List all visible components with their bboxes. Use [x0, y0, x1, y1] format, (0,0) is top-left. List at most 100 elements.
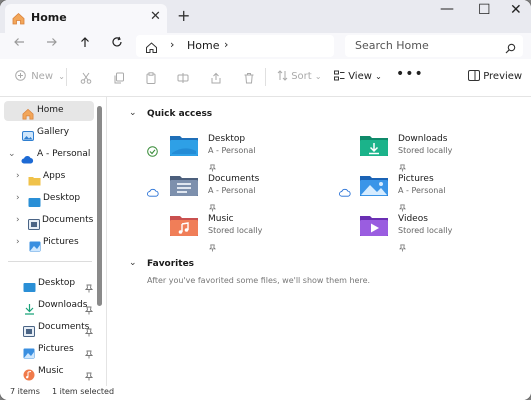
- forward-arrow-icon[interactable]: [46, 36, 58, 52]
- pin-icon: [208, 237, 217, 256]
- search-input[interactable]: Search Home: [345, 35, 523, 57]
- pin-icon: [398, 237, 407, 256]
- maximize-icon[interactable]: ☐: [478, 2, 491, 18]
- pictures-icon: [23, 344, 35, 363]
- sidebar-scrollbar[interactable]: [97, 106, 102, 306]
- more-options-icon[interactable]: •••: [396, 66, 424, 82]
- item-name: Documents: [208, 174, 260, 184]
- sidebar-item-label: Desktop: [43, 193, 81, 203]
- up-arrow-icon[interactable]: [79, 36, 91, 52]
- item-name: Pictures: [398, 174, 434, 184]
- status-bar: 7 items 1 item selected: [0, 386, 531, 400]
- pin-icon: [84, 322, 94, 341]
- tab-title: Home: [31, 11, 67, 24]
- command-bar: New ⌄ Sort ⌄ View ⌄ ••• Preview: [0, 59, 531, 97]
- sidebar-item-desktop[interactable]: › Desktop: [0, 189, 96, 209]
- sidebar-item-documents[interactable]: › Documents: [0, 211, 96, 231]
- sidebar-item-label: Music: [38, 366, 64, 376]
- sidebar-pinned-music[interactable]: Music: [0, 362, 96, 382]
- paste-icon[interactable]: [145, 69, 157, 88]
- quick-access-item-desktop[interactable]: Desktop A - Personal: [147, 133, 327, 172]
- pin-icon: [84, 344, 94, 363]
- breadcrumb-chevron-icon[interactable]: ›: [170, 38, 174, 51]
- preview-button[interactable]: Preview: [468, 70, 522, 82]
- chevron-down-icon[interactable]: ⌄: [129, 108, 137, 118]
- sidebar-pinned-downloads[interactable]: Downloads: [0, 296, 96, 316]
- documents-icon: [23, 322, 35, 341]
- music-icon: [23, 366, 35, 385]
- back-arrow-icon[interactable]: [13, 36, 25, 52]
- close-tab-icon[interactable]: ✕: [150, 9, 161, 24]
- folder-icon: [28, 171, 41, 190]
- onedrive-cloud-icon: [21, 149, 34, 168]
- sidebar-item-label: Home: [37, 105, 64, 115]
- sort-button[interactable]: Sort ⌄: [277, 70, 322, 82]
- title-bar: Home ✕ + — ☐ ✕: [0, 0, 531, 33]
- rename-icon[interactable]: [177, 69, 189, 88]
- gallery-icon: [22, 127, 34, 146]
- sidebar-item-apps[interactable]: › Apps: [0, 167, 96, 187]
- synced-check-icon: [147, 142, 158, 161]
- breadcrumb[interactable]: › Home ›: [136, 35, 334, 57]
- pictures-icon: [29, 237, 41, 256]
- file-explorer-window: Home ✕ + — ☐ ✕ › Home › Search Home New …: [0, 0, 531, 400]
- home-icon: [22, 105, 34, 124]
- close-window-icon[interactable]: ✕: [510, 2, 522, 18]
- sidebar-pinned-documents[interactable]: Documents: [0, 318, 96, 338]
- desktop-folder-icon: [169, 133, 199, 161]
- item-location: Stored locally: [398, 146, 453, 155]
- main-content: ⌄ Quick access Desktop A - Personal Down…: [107, 97, 531, 386]
- sidebar-item-onedrive[interactable]: ⌄ A - Personal: [0, 145, 96, 165]
- share-icon[interactable]: [210, 69, 222, 88]
- music-folder-icon: [169, 213, 199, 241]
- item-location: Stored locally: [208, 226, 263, 235]
- sidebar-item-label: Gallery: [37, 127, 70, 137]
- pin-icon: [84, 366, 94, 385]
- breadcrumb-chevron-icon[interactable]: ›: [224, 38, 228, 51]
- delete-icon[interactable]: [243, 69, 255, 88]
- quick-access-item-downloads[interactable]: Downloads Stored locally: [337, 133, 517, 172]
- chevron-down-icon[interactable]: ⌄: [129, 258, 137, 268]
- downloads-folder-icon: [359, 133, 389, 161]
- desktop-icon: [23, 278, 36, 297]
- sidebar-item-pictures[interactable]: › Pictures: [0, 233, 96, 253]
- chevron-right-icon[interactable]: ›: [16, 215, 20, 225]
- new-tab-button[interactable]: +: [177, 6, 190, 25]
- favorites-heading[interactable]: Favorites: [147, 259, 194, 269]
- quick-access-item-music[interactable]: Music Stored locally: [147, 213, 327, 252]
- view-button[interactable]: View ⌄: [334, 70, 382, 82]
- sidebar-item-home[interactable]: Home: [4, 101, 94, 121]
- minimize-icon[interactable]: —: [440, 1, 454, 17]
- chevron-right-icon[interactable]: ›: [16, 193, 20, 203]
- new-button[interactable]: New ⌄: [15, 70, 65, 82]
- refresh-icon[interactable]: [111, 36, 123, 52]
- pictures-folder-icon: [359, 173, 389, 201]
- cloud-status-icon: [147, 182, 159, 201]
- quick-access-item-pictures[interactable]: Pictures A - Personal: [337, 173, 517, 212]
- download-arrow-icon: [24, 300, 35, 319]
- documents-icon: [28, 215, 40, 234]
- favorites-empty-message: After you've favorited some files, we'll…: [147, 276, 371, 285]
- chevron-right-icon[interactable]: ›: [16, 171, 20, 181]
- view-button-label: View: [348, 71, 372, 82]
- sidebar-item-gallery[interactable]: Gallery: [0, 123, 96, 143]
- home-icon: [12, 10, 25, 29]
- sidebar-pinned-desktop[interactable]: Desktop: [0, 274, 96, 294]
- search-icon[interactable]: [505, 39, 516, 58]
- sidebar-item-label: Desktop: [38, 278, 76, 288]
- item-name: Desktop: [208, 134, 246, 144]
- copy-icon[interactable]: [113, 69, 125, 88]
- quick-access-heading[interactable]: Quick access: [147, 109, 212, 119]
- quick-access-item-documents[interactable]: Documents A - Personal: [147, 173, 327, 212]
- breadcrumb-home[interactable]: Home: [187, 39, 219, 52]
- chevron-right-icon[interactable]: ›: [16, 237, 20, 247]
- cut-icon[interactable]: [80, 69, 92, 88]
- quick-access-item-videos[interactable]: Videos Stored locally: [337, 213, 517, 252]
- sidebar-item-label: Downloads: [38, 300, 88, 310]
- home-outline-icon[interactable]: [145, 39, 158, 58]
- sidebar-pinned-pictures[interactable]: Pictures: [0, 340, 96, 360]
- preview-button-label: Preview: [483, 71, 523, 82]
- item-location: A - Personal: [208, 146, 256, 155]
- tab-home[interactable]: Home ✕: [5, 4, 167, 33]
- chevron-down-icon[interactable]: ⌄: [8, 149, 16, 159]
